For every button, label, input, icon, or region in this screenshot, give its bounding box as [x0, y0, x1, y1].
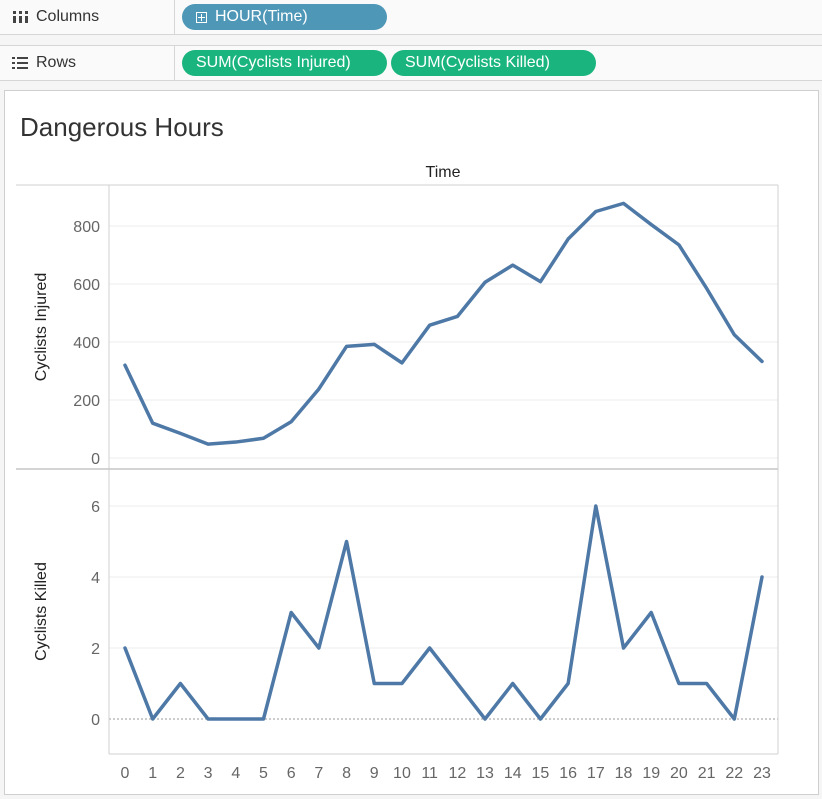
x-tick-label: 10: [393, 765, 411, 782]
x-tick-label: 15: [532, 765, 550, 782]
y-tick-label: 400: [73, 335, 100, 352]
column-header-time: Time: [426, 164, 461, 181]
x-tick-label: 16: [559, 765, 577, 782]
x-tick-label: 0: [121, 765, 130, 782]
y-axis-title: Cyclists Injured: [33, 273, 50, 381]
x-tick-label: 11: [421, 765, 438, 782]
x-tick-label: 2: [176, 765, 185, 782]
y-tick-label: 200: [73, 393, 100, 410]
y-axis-title: Cyclists Killed: [33, 562, 50, 661]
x-tick-label: 22: [725, 765, 743, 782]
y-tick-label: 6: [91, 499, 100, 516]
x-tick-label: 1: [148, 765, 157, 782]
series-line-killed[interactable]: [123, 504, 764, 721]
pane-killed: 0 2 4 6 Cyclists Killed: [33, 499, 778, 729]
y-tick-label: 2: [91, 641, 100, 658]
x-tick-label: 12: [448, 765, 466, 782]
x-tick-label: 8: [342, 765, 351, 782]
x-tick-label: 18: [615, 765, 633, 782]
x-tick-label: 21: [698, 765, 716, 782]
x-tick-label: 4: [231, 765, 240, 782]
x-tick-label: 6: [287, 765, 296, 782]
series-line-injured[interactable]: [123, 201, 764, 446]
y-tick-label: 0: [91, 712, 100, 729]
pane-injured: 0 200 400 600 800 Cyclists Injured: [33, 201, 778, 468]
x-tick-label: 9: [370, 765, 379, 782]
y-tick-label: 800: [73, 219, 100, 236]
y-tick-label: 4: [91, 570, 100, 587]
x-tick-label: 14: [504, 765, 522, 782]
x-tick-label: 3: [204, 765, 213, 782]
chart-panes: 0200400600800Cyclists Injured0246Cyclist…: [16, 185, 779, 782]
x-tick-label: 20: [670, 765, 688, 782]
y-tick-label: 0: [91, 451, 100, 468]
x-tick-label: 7: [314, 765, 323, 782]
line-chart: Time 0200400600800Cyclists Injured0246Cy…: [16, 164, 779, 782]
x-tick-label: 5: [259, 765, 268, 782]
x-tick-label: 13: [476, 765, 494, 782]
y-tick-label: 600: [73, 277, 100, 294]
x-tick-label: 23: [753, 765, 771, 782]
x-tick-label: 17: [587, 765, 605, 782]
x-tick-label: 19: [642, 765, 660, 782]
